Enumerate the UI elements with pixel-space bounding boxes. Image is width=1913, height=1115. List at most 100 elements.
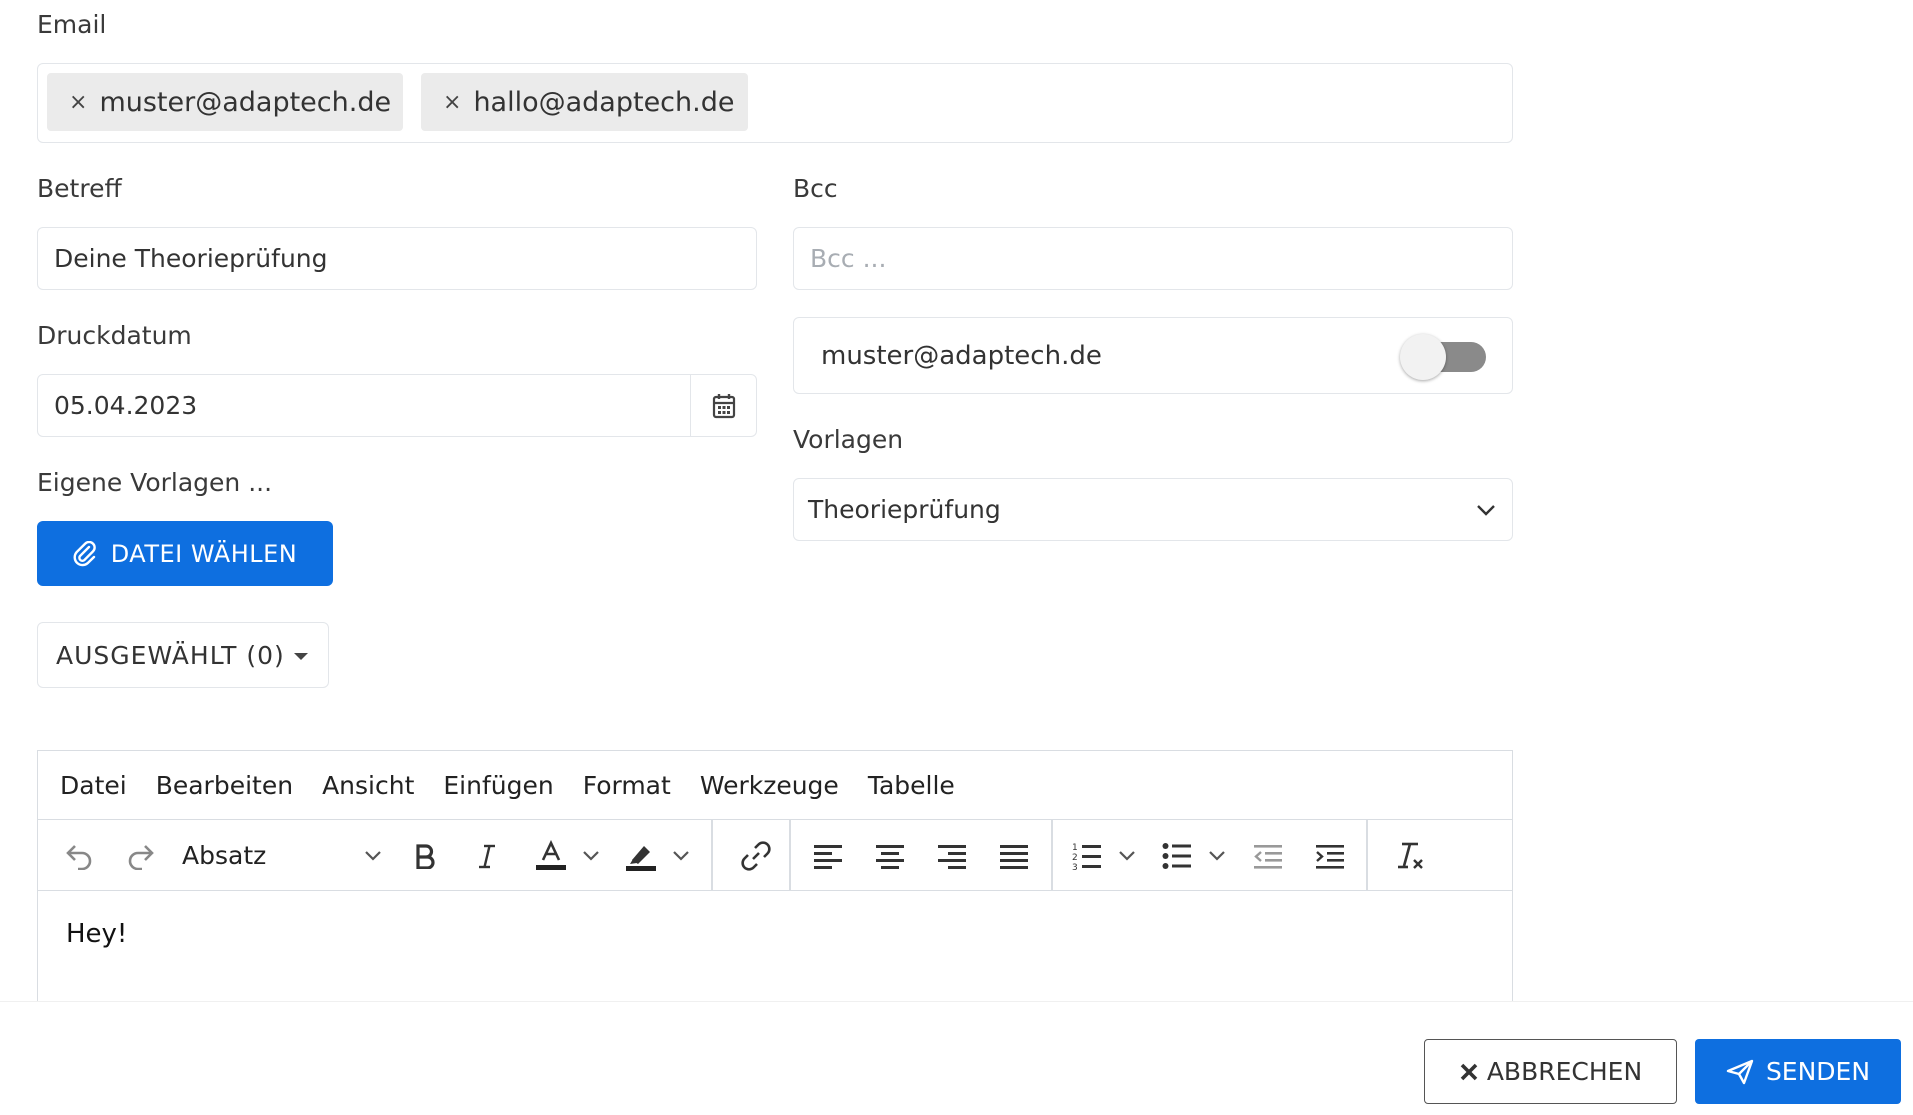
numbered-list-icon: 1 2 3 <box>1072 843 1101 871</box>
calendar-icon <box>712 393 735 418</box>
bold-icon <box>416 843 435 869</box>
vorlagen-select[interactable]: Theorieprüfung <box>793 478 1513 541</box>
editor-toolbar: Absatz 1 2 3 <box>38 820 1512 891</box>
block-format-select[interactable]: Absatz <box>178 820 388 891</box>
self-copy-row: muster@adaptech.de <box>793 317 1513 394</box>
bullet-list-icon <box>1162 842 1191 869</box>
undo-icon <box>66 844 92 870</box>
chevron-down-icon <box>1477 505 1495 516</box>
self-copy-address: muster@adaptech.de <box>821 340 1102 371</box>
chevron-down-icon <box>365 851 381 861</box>
recipient-chip: × hallo@adaptech.de <box>421 73 748 131</box>
selected-files-dropdown[interactable]: AUSGEWÄHLT (0) <box>37 622 329 688</box>
druckdatum-value: 05.04.2023 <box>54 391 198 420</box>
choose-file-button[interactable]: DATEI WÄHLEN <box>37 521 333 586</box>
text-color-icon <box>536 839 566 870</box>
calendar-button[interactable] <box>690 375 756 436</box>
cancel-button[interactable]: ABBRECHEN <box>1424 1039 1677 1104</box>
paperclip-icon <box>73 540 96 566</box>
bcc-placeholder: Bcc ... <box>810 244 887 273</box>
choose-file-label: DATEI WÄHLEN <box>110 539 298 568</box>
dialog-footer: ABBRECHEN SENDEN <box>0 1001 1913 1115</box>
self-copy-toggle[interactable] <box>1400 334 1486 380</box>
toolbar-separator <box>789 820 791 891</box>
vorlagen-selected: Theorieprüfung <box>808 495 1001 524</box>
menu-datei[interactable]: Datei <box>60 771 127 800</box>
remove-chip-icon[interactable]: × <box>443 90 461 115</box>
svg-text:2: 2 <box>1072 853 1078 863</box>
align-right-icon <box>938 844 966 869</box>
betreff-input[interactable]: Deine Theorieprüfung <box>37 227 757 290</box>
menu-ansicht[interactable]: Ansicht <box>322 771 414 800</box>
link-button[interactable] <box>725 820 787 891</box>
close-icon <box>1460 1063 1478 1080</box>
menu-format[interactable]: Format <box>583 771 671 800</box>
redo-button[interactable] <box>114 820 168 891</box>
toolbar-separator <box>711 820 713 891</box>
outdent-button[interactable] <box>1242 820 1294 891</box>
betreff-label: Betreff <box>37 174 122 203</box>
indent-button[interactable] <box>1304 820 1356 891</box>
align-justify-icon <box>1000 844 1028 869</box>
chip-address: muster@adaptech.de <box>99 86 392 118</box>
caret-down-icon <box>294 653 308 660</box>
numbered-list-button[interactable]: 1 2 3 <box>1062 820 1112 891</box>
indent-icon <box>1316 844 1344 869</box>
highlight-button[interactable] <box>616 820 666 891</box>
chip-address: hallo@adaptech.de <box>473 86 735 118</box>
svg-text:1: 1 <box>1072 843 1078 853</box>
vorlagen-label: Vorlagen <box>793 425 904 454</box>
menu-bearbeiten[interactable]: Bearbeiten <box>156 771 293 800</box>
align-justify-button[interactable] <box>988 820 1040 891</box>
link-icon <box>741 840 771 871</box>
bullet-list-button[interactable] <box>1152 820 1202 891</box>
send-icon <box>1726 1059 1754 1084</box>
menu-werkzeuge[interactable]: Werkzeuge <box>700 771 839 800</box>
bullet-list-dropdown[interactable] <box>1204 820 1230 891</box>
chevron-down-icon <box>1209 851 1225 861</box>
druckdatum-input[interactable]: 05.04.2023 <box>37 374 757 437</box>
betreff-value: Deine Theorieprüfung <box>54 244 328 273</box>
bcc-input[interactable]: Bcc ... <box>793 227 1513 290</box>
align-left-icon <box>814 844 842 869</box>
block-format-value: Absatz <box>182 841 267 870</box>
chevron-down-icon <box>583 851 599 861</box>
italic-icon <box>479 844 495 868</box>
send-label: SENDEN <box>1765 1057 1871 1086</box>
toolbar-separator <box>1366 820 1368 891</box>
outdent-icon <box>1254 844 1282 869</box>
highlight-dropdown[interactable] <box>668 820 694 891</box>
cancel-label: ABBRECHEN <box>1486 1057 1643 1086</box>
remove-chip-icon[interactable]: × <box>69 90 87 115</box>
redo-icon <box>128 844 154 870</box>
menu-einfuegen[interactable]: Einfügen <box>443 771 553 800</box>
undo-button[interactable] <box>52 820 106 891</box>
svg-text:3: 3 <box>1072 863 1078 871</box>
text-color-dropdown[interactable] <box>578 820 604 891</box>
align-left-button[interactable] <box>802 820 854 891</box>
recipient-chip: × muster@adaptech.de <box>47 73 403 131</box>
chevron-down-icon <box>673 851 689 861</box>
numbered-list-dropdown[interactable] <box>1114 820 1140 891</box>
align-center-icon <box>876 844 904 869</box>
highlighter-icon <box>626 845 656 871</box>
send-button[interactable]: SENDEN <box>1695 1039 1901 1104</box>
bold-button[interactable] <box>400 820 450 891</box>
editor-content[interactable]: Hey! <box>66 919 127 949</box>
email-label: Email <box>37 10 107 39</box>
italic-button[interactable] <box>462 820 512 891</box>
clear-formatting-icon <box>1398 842 1423 869</box>
align-center-button[interactable] <box>864 820 916 891</box>
toolbar-separator <box>1051 820 1053 891</box>
editor-menubar: Datei Bearbeiten Ansicht Einfügen Format… <box>38 751 1512 820</box>
toggle-knob <box>1400 334 1446 380</box>
chevron-down-icon <box>1119 851 1135 861</box>
druckdatum-label: Druckdatum <box>37 321 192 350</box>
menu-tabelle[interactable]: Tabelle <box>868 771 955 800</box>
align-right-button[interactable] <box>926 820 978 891</box>
eigene-vorlagen-label: Eigene Vorlagen ... <box>37 468 273 497</box>
bcc-label: Bcc <box>793 174 838 203</box>
selected-files-label: AUSGEWÄHLT (0) <box>56 640 285 670</box>
text-color-button[interactable] <box>526 820 576 891</box>
clear-formatting-button[interactable] <box>1380 820 1440 891</box>
